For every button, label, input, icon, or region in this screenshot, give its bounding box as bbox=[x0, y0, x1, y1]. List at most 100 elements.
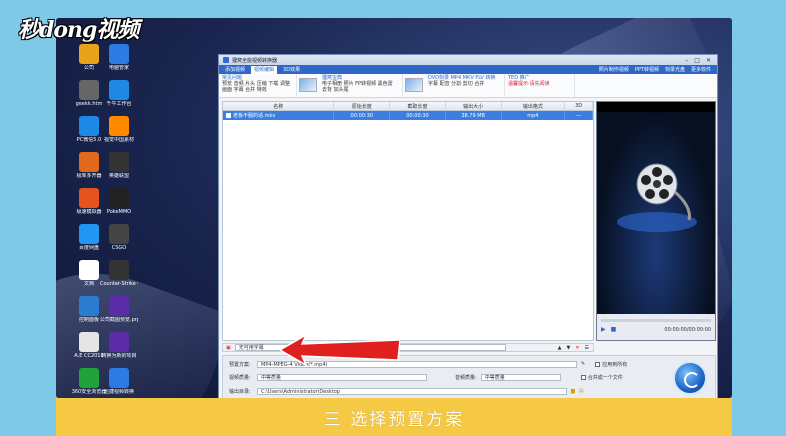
convert-button[interactable] bbox=[673, 361, 707, 395]
row-checkbox[interactable] bbox=[226, 113, 231, 118]
stop-icon[interactable]: ■ bbox=[611, 326, 617, 333]
minimize-icon[interactable]: – bbox=[685, 57, 688, 64]
preview-panel: ▶ ■ 00:00:00/00:00:00 bbox=[596, 101, 716, 341]
menu-photo-video[interactable]: 照片制作视频 bbox=[599, 66, 629, 73]
caption-bar: 三 选择预置方案 bbox=[56, 398, 732, 436]
desktop-icon[interactable]: CSGO bbox=[100, 224, 138, 251]
menu-burn-disc[interactable]: 刻录光盘 bbox=[665, 66, 685, 73]
app-logo-icon bbox=[223, 57, 229, 63]
menu-ppt-video[interactable]: PPT转视频 bbox=[635, 66, 659, 73]
window-title: 狸窝全能视频转换器 bbox=[232, 57, 278, 64]
output-dir-field[interactable]: C:\Users\Administrator\Desktop bbox=[257, 387, 567, 395]
promo-dvd[interactable]: DVD刻录 MP4 MKV FLV 转换 字幕 配音 分割 剪切 合并 bbox=[425, 74, 505, 97]
cloud-icon bbox=[79, 224, 99, 244]
3d-value: --- bbox=[565, 111, 594, 120]
video-icon bbox=[109, 368, 129, 388]
player-controls: ▶ ■ 00:00:00/00:00:00 bbox=[597, 314, 715, 340]
menu-more-software[interactable]: 更多软件 bbox=[691, 66, 711, 73]
title-bar: 狸窝全能视频转换器 – □ ✕ bbox=[219, 55, 717, 65]
desktop-icon-label: CSGO bbox=[111, 245, 127, 251]
file-list-header: 名称 原始长度 截取长度 输出大小 输出格式 3D bbox=[223, 102, 594, 111]
original-length: 00:00:30 bbox=[334, 111, 391, 120]
apply-all-label: 应用到所有 bbox=[602, 361, 628, 368]
browser-icon bbox=[79, 368, 99, 388]
desktop-icon[interactable]: 转换为新的项目 bbox=[100, 332, 138, 359]
preset-edit-icon[interactable]: ✎ bbox=[581, 361, 585, 367]
desktop-icon[interactable]: 千牛工作台 bbox=[100, 80, 138, 107]
desktop-icon[interactable]: PokeMMO bbox=[100, 188, 138, 215]
audio-quality-select[interactable]: 中等质量 bbox=[480, 373, 561, 381]
desktop-icon[interactable]: 迅捷视频转换 bbox=[100, 368, 138, 395]
preset-label: 预置方案: bbox=[229, 361, 251, 368]
premiere-icon bbox=[109, 332, 129, 352]
clip-length: 00:00:30 bbox=[390, 111, 446, 120]
panel-icon bbox=[79, 296, 99, 316]
premiere-icon bbox=[109, 296, 129, 316]
pp-icon bbox=[79, 116, 99, 136]
promo-ted[interactable]: TED 推广 温馨提示·请先阅读 bbox=[505, 74, 575, 97]
gamepad-icon bbox=[79, 188, 99, 208]
promo-thumbnail bbox=[299, 78, 317, 92]
brand-logo: 秒dong视频 bbox=[18, 17, 139, 43]
merge-label: 合并成一个文件 bbox=[587, 374, 623, 381]
delete-icon[interactable]: ✕ bbox=[575, 345, 579, 351]
column-name[interactable]: 名称 bbox=[223, 102, 335, 110]
browse-folder-icon[interactable]: ▆ bbox=[571, 388, 575, 394]
chrome-icon bbox=[79, 44, 99, 64]
red-arrow-annotation bbox=[280, 333, 400, 367]
desktop-icon-label: 视觉中国素材 bbox=[103, 137, 134, 143]
desktop-icon-label: Counter-Strike Offi... bbox=[100, 281, 138, 287]
column-clip-length[interactable]: 截取长度 bbox=[390, 102, 446, 110]
column-output-size[interactable]: 输出大小 bbox=[446, 102, 502, 110]
play-icon[interactable]: ▶ bbox=[601, 326, 606, 333]
audio-quality-label: 音频质量: bbox=[455, 374, 477, 381]
column-output-format[interactable]: 输出格式 bbox=[502, 102, 566, 110]
desktop-icon-label: 电脑管家 bbox=[108, 65, 129, 71]
clear-list-icon[interactable]: ☰ bbox=[585, 345, 589, 351]
desktop-icon[interactable]: 电脑管家 bbox=[100, 44, 138, 71]
desktop-icon[interactable]: 视觉中国素材 bbox=[100, 116, 138, 143]
ae-icon bbox=[79, 332, 99, 352]
open-folder-icon[interactable]: ▤ bbox=[579, 388, 584, 394]
desktop-icon[interactable]: 公司截图预览.prproj bbox=[100, 296, 138, 323]
promo-faq[interactable]: 常见问题 预览 音频 片头 压缩 下载 调整 画面 字幕 合并 特效 bbox=[219, 74, 297, 97]
desktop-icon[interactable]: Counter-Strike Offi... bbox=[100, 260, 138, 287]
pokeball-icon bbox=[109, 188, 129, 208]
game-icon bbox=[109, 116, 129, 136]
promo-bar: 常见问题 预览 音频 片头 压缩 下载 调整 画面 字幕 合并 特效 狸窝宝典 … bbox=[219, 74, 717, 98]
tab-video-edit[interactable]: 视频编辑 bbox=[251, 65, 278, 74]
merge-checkbox[interactable] bbox=[580, 374, 586, 380]
apply-all-checkbox[interactable] bbox=[595, 361, 601, 367]
desktop-icon-label: 转换为新的项目 bbox=[101, 353, 137, 359]
promo-guide[interactable]: 狸窝宝典 电子相册 照片 FP转视频 黑色雷 去背 加头尾 bbox=[319, 74, 403, 97]
lol-icon bbox=[109, 152, 129, 172]
playback-progress[interactable] bbox=[601, 319, 711, 322]
close-icon[interactable]: ✕ bbox=[706, 57, 711, 64]
desktop-icon-label: PokeMMO bbox=[106, 209, 132, 215]
caption-text: 三 选择预置方案 bbox=[323, 409, 465, 430]
file-name: 老板不服的话.mkv bbox=[233, 113, 276, 119]
video-quality-select[interactable]: 中等质量 bbox=[257, 373, 427, 381]
menu-bar: 添加视频 视频编辑 3D效果 照片制作视频 PPT转视频 刻录光盘 更多软件 bbox=[219, 65, 717, 74]
csgo-icon bbox=[109, 224, 129, 244]
column-original-length[interactable]: 原始长度 bbox=[334, 102, 391, 110]
csgo-icon bbox=[109, 260, 129, 280]
desktop-icon-label: 公司截图预览.prproj bbox=[100, 317, 138, 323]
column-3d[interactable]: 3D bbox=[565, 102, 594, 110]
subtitle-icon: ▣ bbox=[226, 344, 231, 351]
maximize-icon[interactable]: □ bbox=[694, 57, 700, 64]
table-row[interactable]: 老板不服的话.mkv 00:00:30 00:00:30 38.79 MB mp… bbox=[223, 111, 594, 120]
preview-video bbox=[597, 112, 715, 314]
file-list: 名称 原始长度 截取长度 输出大小 输出格式 3D 老板不服的话.mkv 00:… bbox=[222, 101, 594, 341]
window-icon bbox=[79, 152, 99, 172]
video-quality-label: 视频质量: bbox=[229, 374, 251, 381]
move-down-icon[interactable]: ▼ bbox=[566, 345, 570, 351]
output-dir-label: 输出目录: bbox=[229, 388, 251, 395]
film-reel-icon bbox=[617, 163, 697, 232]
move-up-icon[interactable]: ▲ bbox=[558, 345, 562, 351]
tab-add-video[interactable]: 添加视频 bbox=[222, 66, 248, 74]
tab-3d-effect[interactable]: 3D效果 bbox=[280, 66, 303, 74]
qianniu-icon bbox=[109, 80, 129, 100]
shield-icon bbox=[109, 44, 129, 64]
desktop-icon[interactable]: 英雄联盟 bbox=[100, 152, 138, 179]
